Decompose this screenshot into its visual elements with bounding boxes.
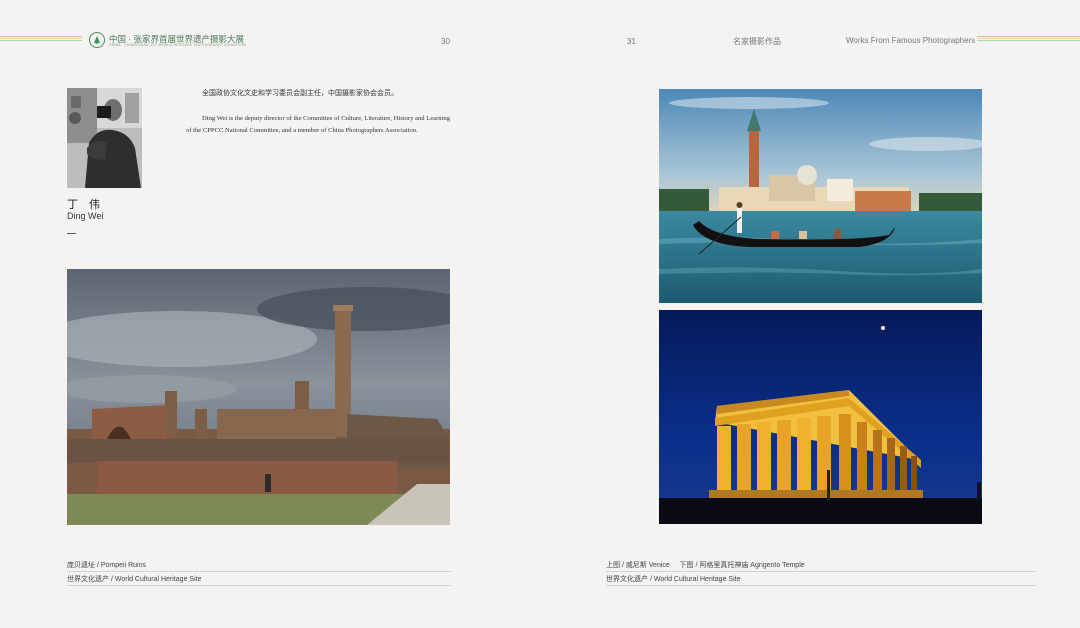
section-title-cn: 名家摄影作品 <box>733 37 781 46</box>
caption-right-rule-2 <box>606 585 1036 586</box>
caption-right-subtitle: 世界文化遗产 / World Cultural Heritage Site <box>606 576 741 583</box>
photo-venice <box>659 89 982 303</box>
author-portrait <box>67 88 142 188</box>
author-name-en: Ding Wei <box>67 211 104 221</box>
caption-left-subtitle: 世界文化遗产 / World Cultural Heritage Site <box>67 576 202 583</box>
section-title-en: Works From Famous Photographers <box>846 36 976 45</box>
caption-right-title: 上图 / 威尼斯 Venice 下图 / 阿格里真托神庙 Agrigento T… <box>606 562 805 569</box>
magazine-spread: 中国 · 张家界首届世界遗产摄影大展 CHINA · ZHANGJIAJIE 1… <box>0 0 1080 628</box>
photo-agrigento-temple <box>659 310 982 524</box>
caption-left-title: 庞贝遗址 / Pompeii Ruins <box>67 562 146 569</box>
author-bio-en: Ding Wei is the deputy director of the C… <box>186 115 451 134</box>
header-color-stripe-left <box>0 36 82 42</box>
caption-right-rule-1 <box>606 571 1036 572</box>
author-name-cn: 丁 伟 <box>67 199 105 211</box>
header-color-stripe-right <box>977 36 1080 42</box>
brand-logo-icon <box>89 32 105 48</box>
photo-pompeii-ruins <box>67 269 450 525</box>
caption-left-rule-2 <box>67 585 451 586</box>
author-divider <box>67 233 76 234</box>
caption-left-rule-1 <box>67 571 451 572</box>
brand-subtitle: CHINA · ZHANGJIAJIE 1ST WORLD HERITAGE P… <box>109 43 247 47</box>
page-number-right: 31 <box>627 37 636 46</box>
page-number-left: 30 <box>441 37 450 46</box>
author-bio-cn: 全国政协文化文史和学习委员会副主任，中国摄影家协会会员。 <box>202 89 398 97</box>
